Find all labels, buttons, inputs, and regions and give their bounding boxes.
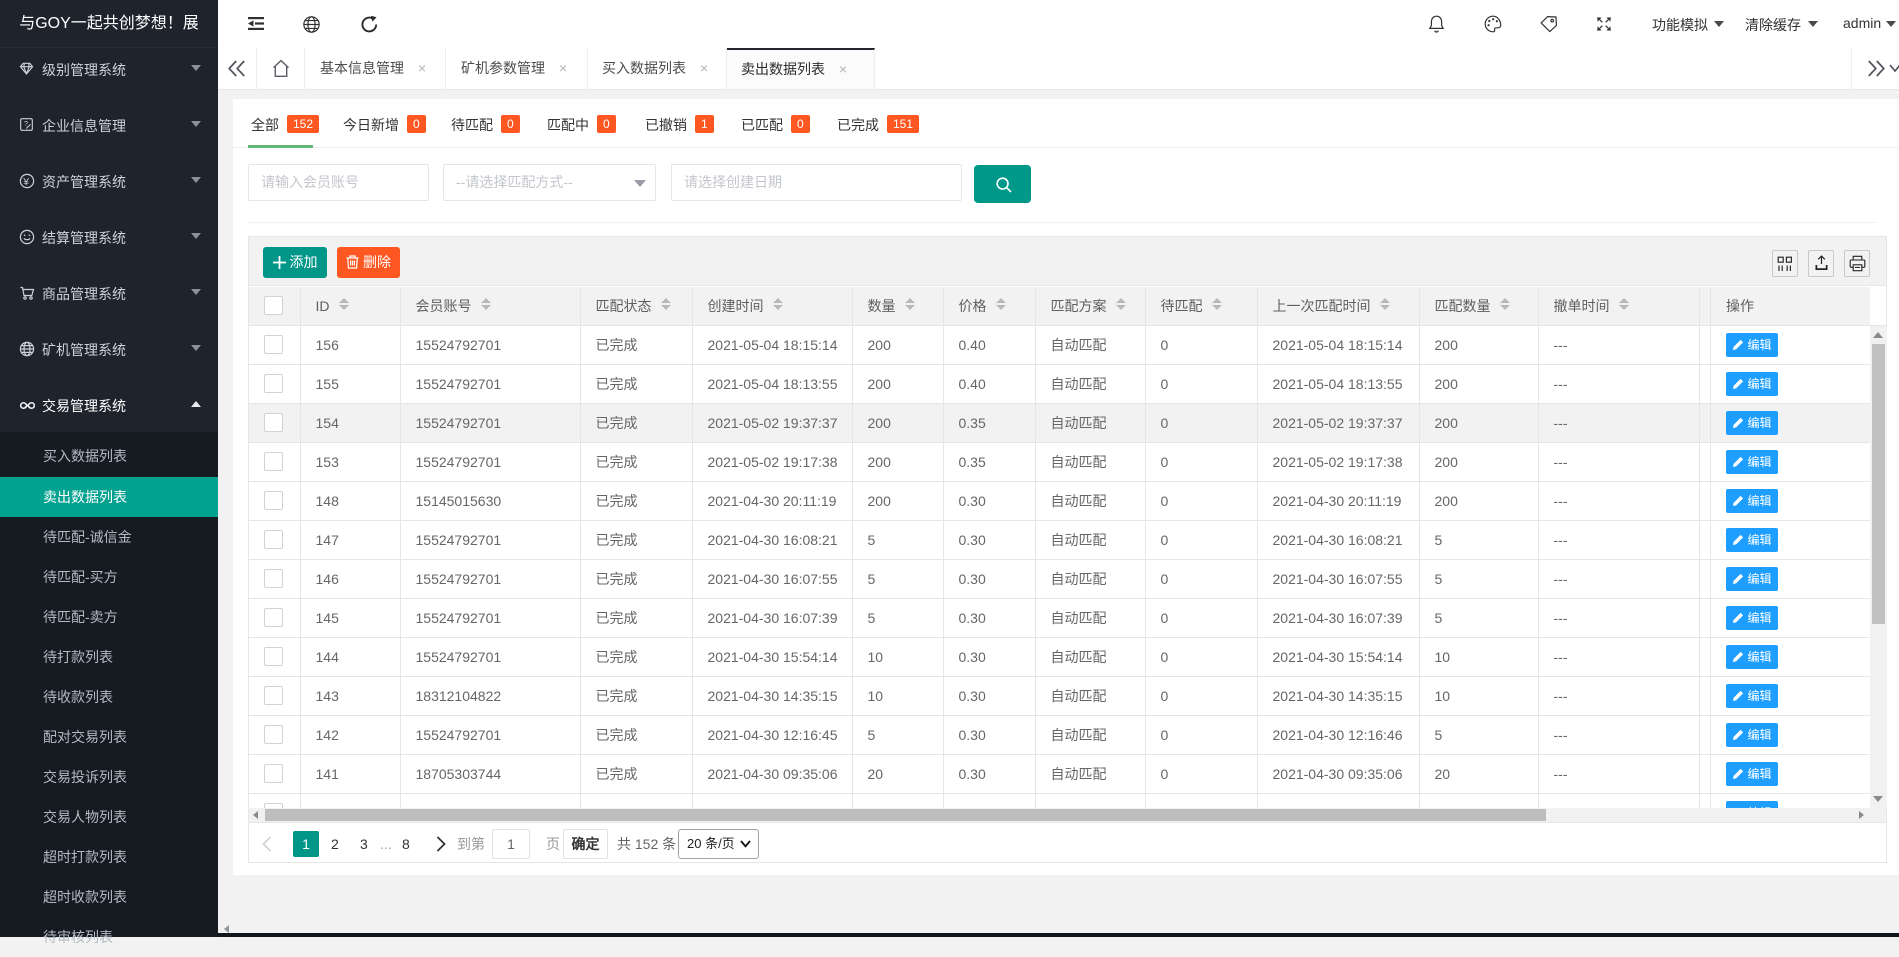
svg-text:¥: ¥: [22, 176, 29, 188]
